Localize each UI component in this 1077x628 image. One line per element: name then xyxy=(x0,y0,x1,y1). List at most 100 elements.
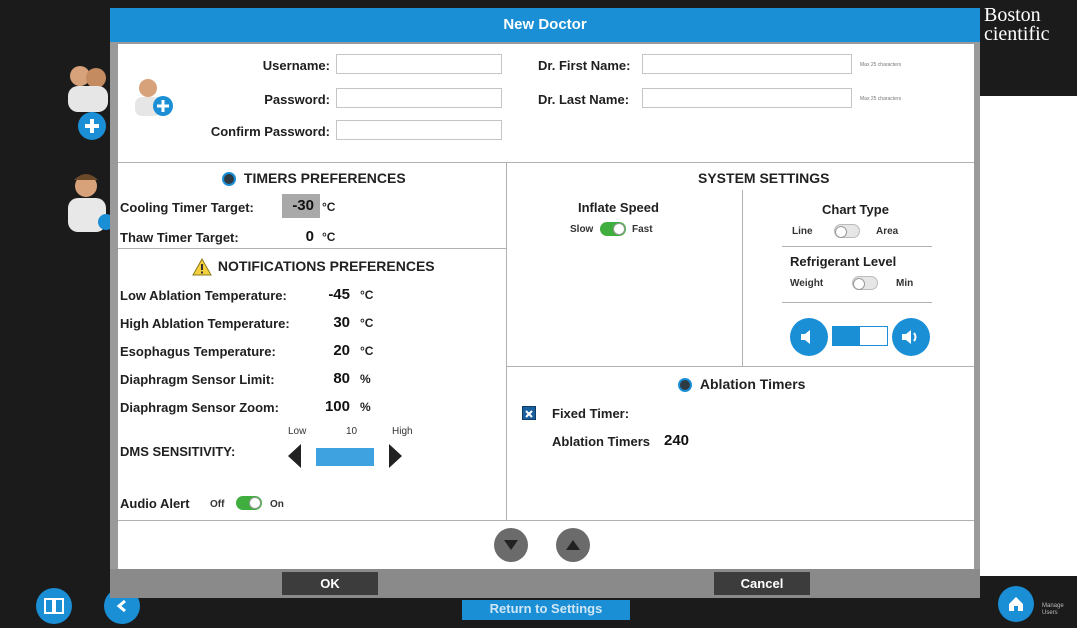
new-doctor-dialog: New Doctor Username: Password: Confirm P… xyxy=(110,8,980,598)
manage-users-label: Manage Users xyxy=(1042,603,1064,616)
notification-row-label: Diaphragm Sensor Zoom: xyxy=(120,400,279,415)
volume-fill xyxy=(833,327,860,345)
warning-icon xyxy=(192,258,212,276)
dialog-title: New Doctor xyxy=(110,8,980,42)
return-to-settings-button[interactable]: Return to Settings xyxy=(462,600,630,620)
cooling-timer-value: -30 xyxy=(292,197,314,214)
background-content-panel xyxy=(976,96,1077,576)
fixed-timer-checkbox[interactable] xyxy=(522,406,536,420)
brand-logo: Boston cientific xyxy=(984,4,1050,45)
audio-alert-label: Audio Alert xyxy=(120,496,190,511)
password-label: Password: xyxy=(264,92,330,107)
ablation-timers-title: Ablation Timers xyxy=(678,376,806,393)
notification-row-value[interactable]: 80 xyxy=(314,370,350,387)
username-input[interactable] xyxy=(336,54,502,74)
refrigerant-weight-label: Weight xyxy=(790,278,824,289)
fixed-timer-label: Fixed Timer: xyxy=(552,406,630,421)
last-name-hint: Max 25 characters xyxy=(860,96,902,102)
manage-users-button[interactable] xyxy=(998,586,1034,622)
thaw-timer-value[interactable]: 0 xyxy=(282,228,314,245)
divider xyxy=(118,520,974,521)
cooling-timer-label: Cooling Timer Target: xyxy=(120,200,254,215)
checkbox-x-icon xyxy=(525,410,533,418)
dms-high-label: High xyxy=(392,426,413,437)
scroll-up-button[interactable] xyxy=(556,528,590,562)
dms-sensitivity-label: DMS SENSITIVITY: xyxy=(120,444,236,459)
right-triangle-icon xyxy=(389,444,402,468)
thaw-timer-unit: °C xyxy=(322,230,336,244)
first-name-hint: Max 25 characters xyxy=(860,62,902,68)
toggle-knob xyxy=(613,223,625,235)
username-label: Username: xyxy=(262,58,330,73)
audio-alert-toggle[interactable] xyxy=(236,496,262,510)
back-arrow-icon xyxy=(116,599,126,613)
manual-book-button[interactable] xyxy=(36,588,72,624)
dms-decrease-button[interactable] xyxy=(288,444,302,473)
toggle-knob xyxy=(249,497,261,509)
cooling-timer-unit: °C xyxy=(322,200,336,214)
scroll-down-button[interactable] xyxy=(494,528,528,562)
notifications-preferences-label: NOTIFICATIONS PREFERENCES xyxy=(217,258,435,274)
notification-row-value[interactable]: 20 xyxy=(314,342,350,359)
ablation-timers-field-label: Ablation Timers xyxy=(552,434,651,449)
doctor-user-icon[interactable] xyxy=(64,170,114,239)
first-name-label: Dr. First Name: xyxy=(538,58,631,73)
timers-preferences-title: TIMERS PREFERENCES xyxy=(222,170,406,187)
notification-row-label: Diaphragm Sensor Limit: xyxy=(120,372,275,387)
volume-bar[interactable] xyxy=(832,326,888,346)
volume-down-button[interactable] xyxy=(790,318,828,356)
ablation-timers-label: Ablation Timers xyxy=(699,376,806,392)
ablation-timers-value[interactable]: 240 xyxy=(664,432,689,449)
dms-increase-button[interactable] xyxy=(388,444,402,473)
notification-row-unit: % xyxy=(360,400,371,414)
chart-type-toggle[interactable] xyxy=(834,224,860,238)
divider xyxy=(742,190,743,366)
dms-low-label: Low xyxy=(288,426,307,437)
notification-row-value[interactable]: 30 xyxy=(314,314,350,331)
volume-up-button[interactable] xyxy=(892,318,930,356)
refrigerant-level-title: Refrigerant Level xyxy=(790,254,897,269)
notification-row-unit: °C xyxy=(360,288,374,302)
add-user-icon[interactable] xyxy=(64,62,114,147)
ok-button[interactable]: OK xyxy=(282,572,378,595)
speaker-high-icon xyxy=(902,330,917,344)
toggle-knob xyxy=(835,226,847,238)
dialog-footer: OK Cancel xyxy=(110,569,980,598)
inflate-fast-label: Fast xyxy=(632,224,653,235)
inflate-speed-toggle[interactable] xyxy=(600,222,626,236)
up-arrow-icon xyxy=(566,540,580,550)
book-icon xyxy=(44,598,64,614)
divider xyxy=(118,248,506,249)
refrigerant-level-toggle[interactable] xyxy=(852,276,878,290)
notification-row-label: Esophagus Temperature: xyxy=(120,344,276,359)
dialog-panel: Username: Password: Confirm Password: Dr… xyxy=(118,44,974,569)
dms-sensitivity-bar[interactable] xyxy=(316,448,374,466)
doctor-avatar-icon xyxy=(132,76,174,123)
divider xyxy=(506,366,974,367)
chart-line-label: Line xyxy=(792,226,813,237)
divider xyxy=(506,162,507,520)
timers-preferences-label: TIMERS PREFERENCES xyxy=(243,170,406,186)
notification-row-value[interactable]: -45 xyxy=(314,286,350,303)
toggle-knob xyxy=(853,278,865,290)
refrigerant-min-label: Min xyxy=(896,278,914,289)
audio-off-label: Off xyxy=(210,499,225,510)
notification-row-value[interactable]: 100 xyxy=(314,398,350,415)
left-triangle-icon xyxy=(288,444,301,468)
inflate-speed-title: Inflate Speed xyxy=(578,200,659,215)
first-name-input[interactable] xyxy=(642,54,852,74)
confirm-password-label: Confirm Password: xyxy=(210,124,330,139)
thaw-timer-label: Thaw Timer Target: xyxy=(120,230,239,245)
last-name-label: Dr. Last Name: xyxy=(538,92,630,107)
system-settings-title: SYSTEM SETTINGS xyxy=(698,170,830,186)
audio-on-label: On xyxy=(270,499,284,510)
inflate-slow-label: Slow xyxy=(570,224,594,235)
cancel-button[interactable]: Cancel xyxy=(714,572,810,595)
dms-value: 10 xyxy=(346,426,358,437)
last-name-input[interactable] xyxy=(642,88,852,108)
home-icon xyxy=(1009,597,1023,611)
password-input[interactable] xyxy=(336,88,502,108)
notification-row-unit: °C xyxy=(360,316,374,330)
notification-row-unit: °C xyxy=(360,344,374,358)
confirm-password-input[interactable] xyxy=(336,120,502,140)
